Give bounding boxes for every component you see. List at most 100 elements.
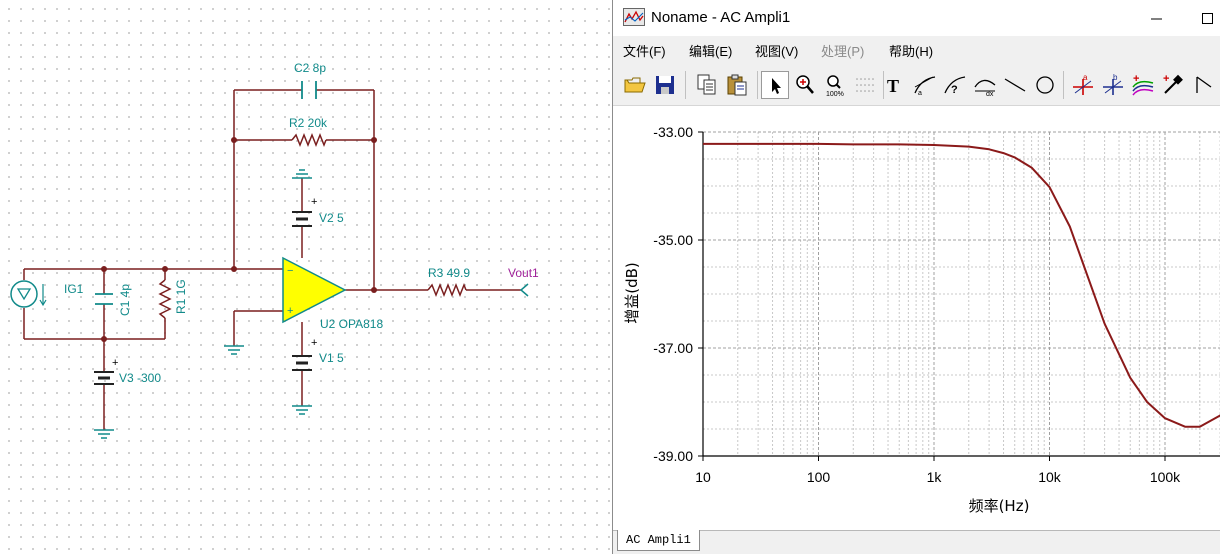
circle-tool-button[interactable]: [1031, 71, 1059, 99]
curve-icon: dx: [974, 79, 996, 97]
battery-v3[interactable]: +: [94, 357, 118, 385]
zoom-in-icon: [796, 75, 814, 94]
x-tick-label: 10k: [1038, 469, 1062, 485]
schematic-canvas[interactable]: + + + − + C2 8p R2 20k V2 5 IG1 C1 4p R1…: [0, 0, 612, 554]
svg-text:+: +: [311, 337, 317, 349]
gain-chart[interactable]: -33.00 -35.00 -37.00 -39.0010 100 1k 10k 100k 频率…: [613, 106, 1220, 530]
label-ig1: IG1: [64, 282, 84, 296]
zoom-100-icon: 100%: [826, 75, 844, 97]
window-title: Noname - AC Ampli1: [651, 9, 791, 26]
copy-icon: [697, 74, 716, 95]
paste-icon: [727, 74, 747, 96]
more-tools-button[interactable]: [1189, 71, 1217, 99]
cursor-a-icon: a: [1073, 73, 1093, 95]
svg-text:100%: 100%: [826, 91, 844, 97]
zoom-100-button[interactable]: 100%: [821, 71, 849, 99]
battery-v1[interactable]: +: [292, 337, 317, 371]
more-icon: [1196, 76, 1212, 93]
curve-button[interactable]: dx: [971, 71, 999, 99]
tangent-b-icon: ?: [944, 76, 966, 96]
label-v3: V3 -300: [119, 371, 161, 385]
menu-edit[interactable]: 编辑(E): [689, 41, 732, 60]
open-icon: [624, 77, 646, 93]
resistor-r1[interactable]: [158, 279, 172, 319]
tangent-a-icon: a: [914, 76, 936, 97]
resistor-r3[interactable]: [427, 282, 467, 298]
y-axis-title: 增益(dB): [623, 262, 641, 324]
label-v1: V1 5: [319, 351, 344, 365]
x-tick-label: 100: [807, 469, 831, 485]
y-tick-label: -35.00: [653, 232, 693, 248]
text-tool-button[interactable]: T: [881, 71, 909, 99]
capacitor-c2[interactable]: [301, 81, 317, 99]
label-r2: R2 20k: [289, 116, 328, 130]
svg-text:+: +: [311, 196, 317, 208]
battery-v2[interactable]: +: [292, 196, 317, 227]
svg-text:dx: dx: [986, 91, 994, 97]
circle-tool-icon: [1036, 76, 1054, 94]
open-button[interactable]: [621, 71, 649, 99]
cursor-b-button[interactable]: b: [1099, 71, 1127, 99]
svg-text:+: +: [1163, 73, 1169, 85]
svg-text:+: +: [112, 357, 118, 369]
menu-file[interactable]: 文件(F): [623, 41, 666, 60]
grid-button[interactable]: [851, 71, 879, 99]
schematic-drawing[interactable]: + + + − + C2 8p R2 20k V2 5 IG1 C1 4p R1…: [0, 0, 612, 554]
menu-process[interactable]: 处理(P): [821, 41, 864, 60]
tab-ac-ampli1[interactable]: AC Ampli1: [617, 530, 700, 551]
pointer-button[interactable]: [761, 71, 789, 99]
maximize-button[interactable]: [1195, 4, 1220, 32]
y-tick-label: -33.00: [653, 124, 693, 140]
svg-text:T: T: [887, 76, 899, 96]
label-v2: V2 5: [319, 211, 344, 225]
label-r1: R1 1G: [174, 279, 188, 314]
label-u2: U2 OPA818: [320, 317, 383, 331]
plot-area[interactable]: -33.00 -35.00 -37.00 -39.00 10 100 1k 10k 100k 频率…: [613, 106, 1220, 530]
toolbar: 100% T a ? dx a b + +: [613, 62, 1220, 106]
label-c2: C2 8p: [294, 61, 326, 75]
vout-terminal[interactable]: [519, 283, 529, 297]
text-tool-icon: T: [887, 76, 899, 96]
resistor-r2[interactable]: [291, 132, 327, 148]
menu-bar: 文件(F) 编辑(E) 视图(V) 处理(P) 帮助(H): [613, 36, 1220, 62]
menu-help[interactable]: 帮助(H): [889, 41, 933, 60]
label-vout: Vout1: [508, 266, 539, 280]
svg-text:a: a: [1083, 73, 1088, 82]
svg-text:+: +: [1133, 73, 1139, 85]
label-c1: C1 4p: [118, 284, 132, 316]
title-bar[interactable]: Noname - AC Ampli1: [613, 0, 1220, 36]
grid-icon: [856, 78, 874, 92]
save-icon: [656, 76, 674, 94]
svg-text:b: b: [1113, 73, 1118, 82]
add-curve-button[interactable]: +: [1129, 71, 1157, 99]
add-curve-icon: +: [1132, 73, 1154, 96]
tangent-a-button[interactable]: a: [911, 71, 939, 99]
x-axis-title: 频率(Hz): [969, 497, 1030, 515]
svg-text:−: −: [287, 265, 293, 277]
paste-button[interactable]: [723, 71, 751, 99]
svg-text:a: a: [918, 90, 922, 97]
tab-bar: AC Ampli1: [613, 530, 1220, 554]
x-tick-label: 100k: [1150, 469, 1181, 485]
copy-button[interactable]: [693, 71, 721, 99]
pointer-icon: [772, 78, 781, 94]
zoom-in-button[interactable]: [791, 71, 819, 99]
save-button[interactable]: [651, 71, 679, 99]
svg-text:?: ?: [951, 84, 958, 96]
y-tick-label: -37.00: [653, 340, 693, 356]
capacitor-c1[interactable]: [95, 293, 113, 305]
opamp-u2[interactable]: − +: [282, 256, 347, 324]
cursor-a-button[interactable]: a: [1069, 71, 1097, 99]
menu-view[interactable]: 视图(V): [755, 41, 798, 60]
line-tool-icon: [1004, 78, 1026, 92]
app-icon: [623, 8, 645, 26]
minimize-button[interactable]: [1141, 4, 1171, 32]
x-tick-label: 1k: [927, 469, 943, 485]
ac-analysis-window[interactable]: Noname - AC Ampli1 文件(F) 编辑(E) 视图(V) 处理(…: [612, 0, 1220, 554]
tangent-b-button[interactable]: ?: [941, 71, 969, 99]
x-tick-label: 10: [695, 469, 711, 485]
line-tool-button[interactable]: [1001, 71, 1029, 99]
probe-button[interactable]: +: [1159, 71, 1187, 99]
current-source-ig1[interactable]: [10, 280, 47, 308]
cursor-b-icon: b: [1103, 73, 1123, 95]
